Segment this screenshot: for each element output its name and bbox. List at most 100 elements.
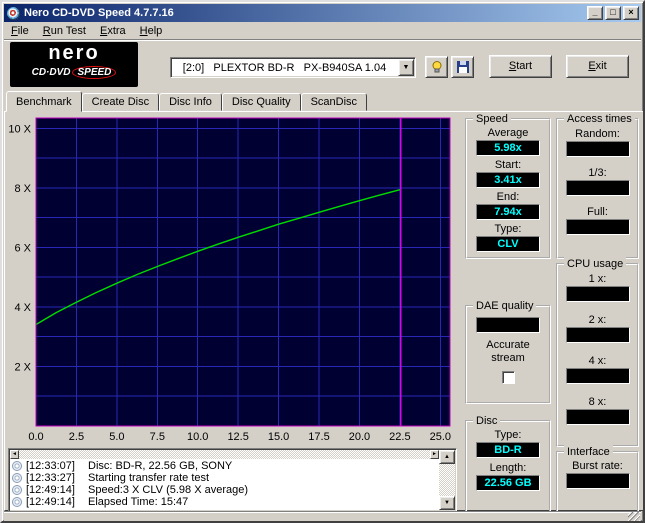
dropdown-arrow-icon[interactable]: ▼ bbox=[398, 59, 414, 76]
svg-text:10 X: 10 X bbox=[8, 123, 31, 135]
random-label: Random: bbox=[575, 128, 620, 140]
disc-length-value: 22.56 GB bbox=[476, 475, 540, 491]
toolbar: nero CD·DVD SPEED [2:0] PLEXTOR BD-R PX-B… bbox=[4, 41, 641, 91]
exit-button[interactable]: Exit bbox=[566, 55, 629, 78]
scroll-left-button[interactable]: ◄ bbox=[10, 450, 19, 459]
log-text: Speed:3 X CLV (5.98 X average) bbox=[88, 484, 249, 496]
svg-text:5.0: 5.0 bbox=[109, 431, 124, 443]
svg-text:2.5: 2.5 bbox=[69, 431, 84, 443]
tabstrip: Benchmark Create Disc Disc Info Disc Qua… bbox=[6, 90, 368, 112]
start-button[interactable]: Start bbox=[489, 55, 552, 78]
menu-run-test[interactable]: Run Test bbox=[36, 23, 93, 39]
start-label: Start: bbox=[494, 159, 522, 171]
cpu-2x-value bbox=[565, 327, 630, 343]
menu-extra[interactable]: Extra bbox=[93, 23, 133, 39]
dae-quality-value bbox=[476, 317, 540, 333]
log-text: Elapsed Time: 15:47 bbox=[88, 496, 189, 508]
nero-logo: nero CD·DVD SPEED bbox=[10, 42, 138, 87]
disc-panel: Disc Type: BD-R Length: 22.56 GB bbox=[465, 414, 551, 515]
disc-length-label: Length: bbox=[489, 462, 527, 474]
app-window: Nero CD-DVD Speed 4.7.7.16 _ □ × File Ru… bbox=[0, 0, 645, 523]
svg-text:4 X: 4 X bbox=[14, 302, 31, 314]
svg-text:12.5: 12.5 bbox=[227, 431, 248, 443]
options-button[interactable] bbox=[425, 56, 448, 78]
tab-scandisc[interactable]: ScanDisc bbox=[300, 93, 368, 111]
titlebar[interactable]: Nero CD-DVD Speed 4.7.7.16 _ □ × bbox=[4, 4, 641, 22]
log-horizontal-scrollbar[interactable]: ◄ ► bbox=[10, 450, 439, 459]
speed-panel: Speed Average 5.98x Start: 3.41x End: 7.… bbox=[465, 112, 551, 259]
cpu-usage-panel: CPU usage 1 x: 2 x: 4 x: 8 x: bbox=[556, 257, 639, 447]
log-entry[interactable]: [12:33:27] Starting transfer rate test bbox=[11, 472, 438, 484]
log-time: [12:49:14] bbox=[26, 496, 75, 508]
cpu-1x-label: 1 x: bbox=[588, 273, 607, 285]
svg-text:6 X: 6 X bbox=[14, 242, 31, 254]
minimize-button[interactable]: _ bbox=[587, 6, 603, 20]
scroll-down-button[interactable]: ▼ bbox=[439, 496, 455, 510]
save-icon bbox=[456, 61, 469, 73]
svg-text:17.5: 17.5 bbox=[308, 431, 329, 443]
full-label: Full: bbox=[587, 206, 608, 218]
tab-create-disc[interactable]: Create Disc bbox=[81, 93, 160, 111]
scroll-up-button[interactable]: ▲ bbox=[439, 450, 455, 464]
tab-disc-info[interactable]: Disc Info bbox=[159, 93, 222, 111]
random-value bbox=[565, 141, 630, 157]
disc-icon bbox=[12, 485, 22, 495]
svg-text:0.0: 0.0 bbox=[28, 431, 43, 443]
cpu-8x-value bbox=[565, 409, 630, 425]
tab-benchmark[interactable]: Benchmark bbox=[6, 91, 82, 112]
cpu-1x-value bbox=[565, 286, 630, 302]
resize-grip[interactable] bbox=[628, 512, 640, 521]
tab-disc-quality[interactable]: Disc Quality bbox=[221, 93, 301, 111]
log-time: [12:49:14] bbox=[26, 484, 75, 496]
log-time: [12:33:27] bbox=[26, 472, 75, 484]
log-rows: [12:33:07] Disc: BD-R, 22.56 GB, SONY [1… bbox=[11, 460, 438, 510]
svg-text:22.5: 22.5 bbox=[389, 431, 410, 443]
close-button[interactable]: × bbox=[623, 6, 639, 20]
log-time: [12:33:07] bbox=[26, 460, 75, 472]
log-entry[interactable]: [12:49:14] Speed:3 X CLV (5.98 X average… bbox=[11, 484, 438, 496]
drive-selector-value: [2:0] PLEXTOR BD-R PX-B940SA 1.04 bbox=[182, 61, 387, 74]
window-controls: _ □ × bbox=[587, 6, 639, 20]
drive-selector[interactable]: [2:0] PLEXTOR BD-R PX-B940SA 1.04 ▼ bbox=[170, 57, 416, 78]
logo-cddvd: CD·DVD bbox=[31, 67, 71, 78]
disc-type-label: Type: bbox=[494, 429, 522, 441]
app-icon bbox=[7, 6, 20, 20]
vertical-scroll-track[interactable] bbox=[439, 464, 455, 496]
disc-icon bbox=[12, 497, 22, 507]
log-vertical-scrollbar[interactable]: ▲ ▼ bbox=[439, 450, 455, 510]
speed-type-value: CLV bbox=[476, 236, 540, 252]
svg-text:8 X: 8 X bbox=[14, 183, 31, 195]
statusbar bbox=[4, 511, 641, 521]
menubar: File Run Test Extra Help bbox=[4, 22, 641, 40]
log-entry[interactable]: [12:49:14] Elapsed Time: 15:47 bbox=[11, 496, 438, 508]
scroll-right-button[interactable]: ► bbox=[430, 450, 439, 459]
svg-text:20.0: 20.0 bbox=[349, 431, 370, 443]
access-times-panel: Access times Random: 1/3: Full: bbox=[556, 112, 639, 259]
menu-help[interactable]: Help bbox=[133, 23, 170, 39]
maximize-button[interactable]: □ bbox=[605, 6, 621, 20]
log-entry[interactable]: [12:33:07] Disc: BD-R, 22.56 GB, SONY bbox=[11, 460, 438, 472]
full-value bbox=[565, 219, 630, 235]
nero-logo-text: nero bbox=[48, 42, 100, 64]
window-title: Nero CD-DVD Speed 4.7.7.16 bbox=[24, 7, 174, 19]
end-value: 7.94x bbox=[476, 204, 540, 220]
one-third-label: 1/3: bbox=[588, 167, 607, 179]
svg-text:2 X: 2 X bbox=[14, 361, 31, 373]
status-log: ◄ ► [12:33:07] Disc: BD-R, 22.56 GB, SON… bbox=[8, 448, 457, 512]
average-label: Average bbox=[487, 127, 529, 139]
accurate-stream-checkbox[interactable] bbox=[501, 371, 515, 384]
disc-icon bbox=[12, 461, 22, 471]
svg-text:7.5: 7.5 bbox=[150, 431, 165, 443]
speed-type-label: Type: bbox=[494, 223, 522, 235]
save-button[interactable] bbox=[451, 56, 474, 78]
svg-text:15.0: 15.0 bbox=[268, 431, 289, 443]
svg-text:10.0: 10.0 bbox=[187, 431, 208, 443]
burst-rate-value bbox=[565, 473, 630, 489]
horizontal-scroll-track[interactable] bbox=[19, 450, 430, 459]
disc-icon bbox=[12, 473, 22, 483]
menu-file[interactable]: File bbox=[4, 23, 36, 39]
cpu-2x-label: 2 x: bbox=[588, 314, 607, 326]
svg-text:25.0: 25.0 bbox=[430, 431, 451, 443]
cpu-4x-label: 4 x: bbox=[588, 355, 607, 367]
burst-rate-label: Burst rate: bbox=[572, 460, 623, 472]
